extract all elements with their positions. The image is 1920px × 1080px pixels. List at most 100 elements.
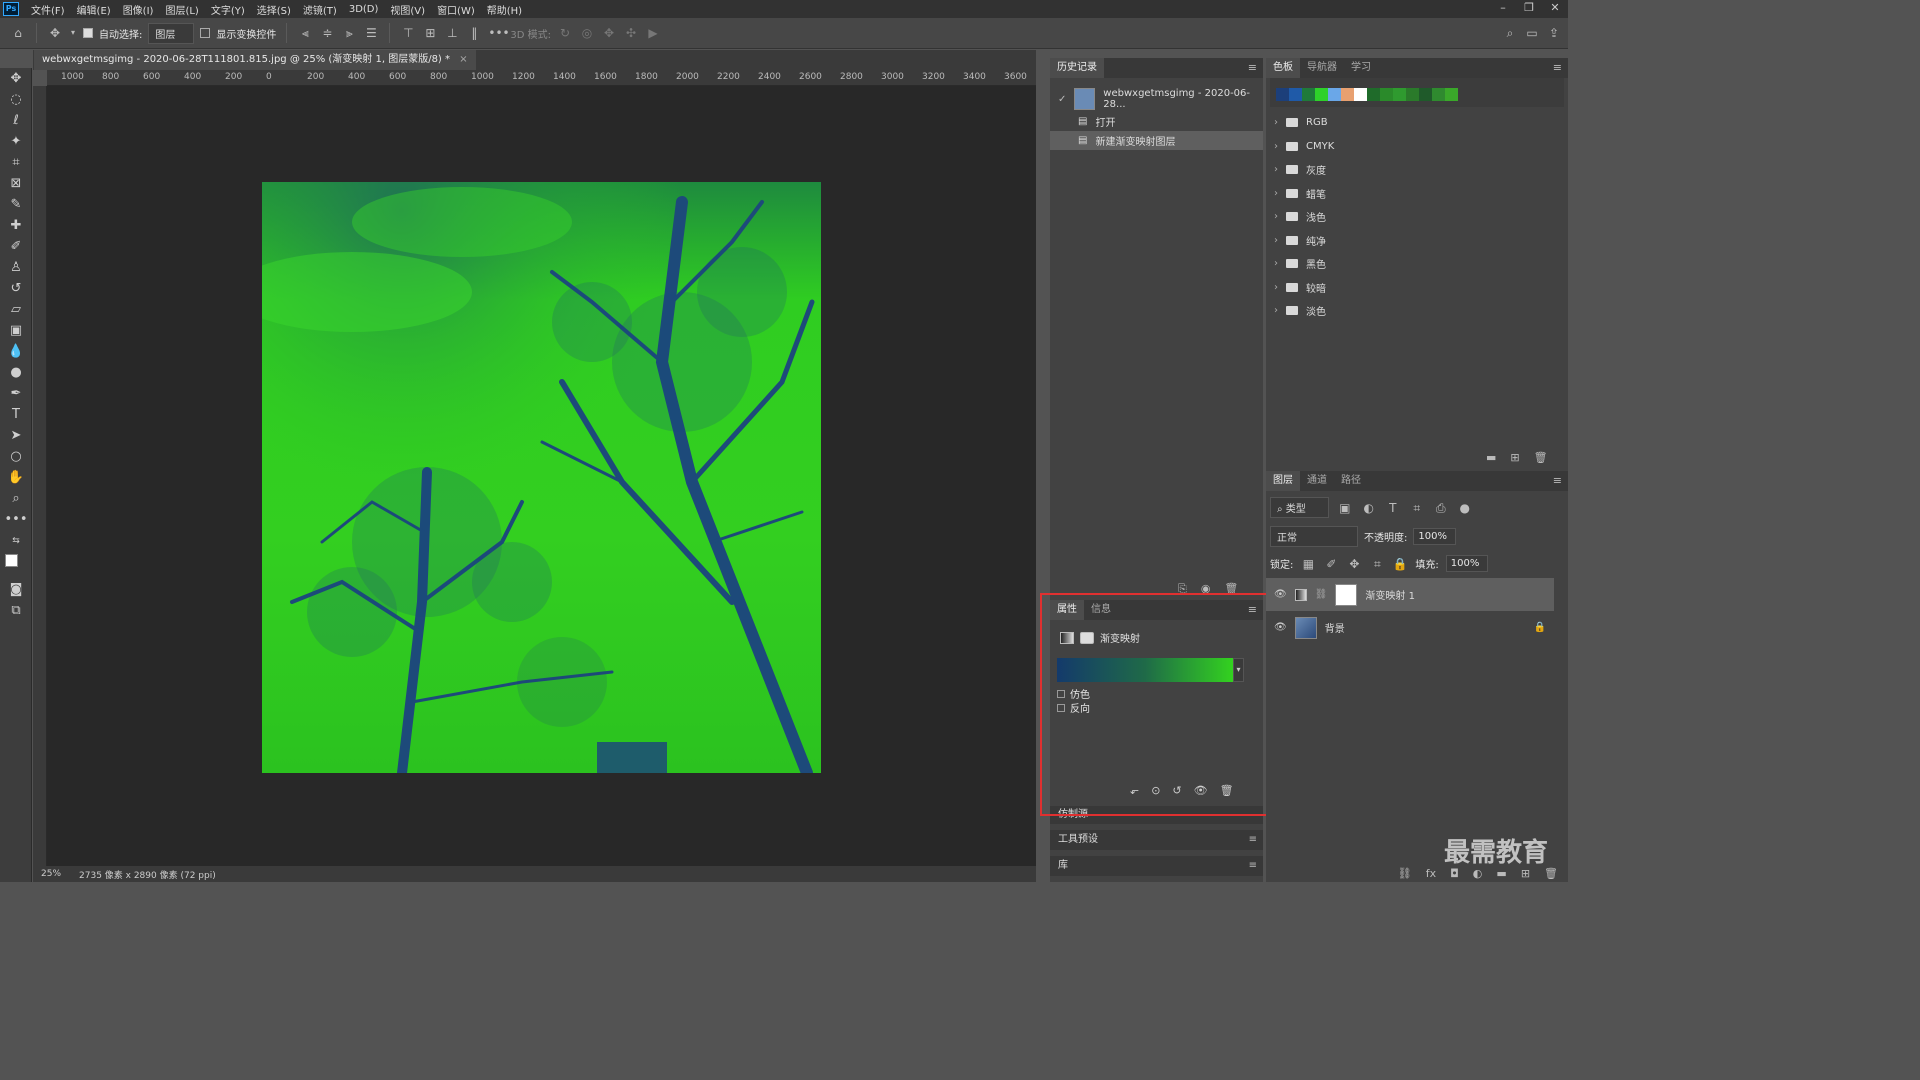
3d-slide-icon[interactable]: ✣	[623, 26, 639, 40]
menu-type[interactable]: 文字(Y)	[205, 2, 251, 17]
distribute-icon[interactable]: ☰	[363, 26, 379, 40]
panel-menu-icon[interactable]: ≡	[1249, 830, 1257, 850]
edit-toolbar-icon[interactable]: •••	[0, 509, 32, 530]
link-layers-icon[interactable]: ⛓	[1398, 867, 1412, 880]
opacity-input[interactable]: 100%	[1413, 528, 1456, 545]
fill-input[interactable]: 100%	[1445, 555, 1489, 572]
swap-colors-icon[interactable]: ⇆	[0, 530, 32, 551]
align-middle-icon[interactable]: ⊞	[422, 26, 438, 40]
menu-file[interactable]: 文件(F)	[25, 2, 71, 17]
auto-select-checkbox[interactable]	[83, 28, 93, 38]
color-swatch[interactable]	[1354, 88, 1367, 101]
marquee-tool-icon[interactable]: ◌	[0, 89, 32, 110]
menu-3d[interactable]: 3D(D)	[343, 4, 385, 15]
color-swatch[interactable]	[1328, 88, 1341, 101]
align-bottom-icon[interactable]: ⊥	[444, 26, 460, 40]
chevron-right-icon[interactable]: ›	[1274, 305, 1278, 316]
swatch-folder[interactable]: › 蜡笔	[1266, 182, 1568, 206]
color-swatch[interactable]	[1302, 88, 1315, 101]
distribute-vertical-icon[interactable]: ‖	[466, 26, 482, 40]
eyedropper-icon[interactable]: ✎	[0, 194, 32, 215]
color-picker[interactable]	[0, 551, 32, 579]
swatch-folder[interactable]: › 较暗	[1266, 276, 1568, 300]
menu-select[interactable]: 选择(S)	[251, 2, 297, 17]
chevron-down-icon[interactable]: ▾	[69, 26, 77, 40]
lock-artboard-icon[interactable]: ⌗	[1369, 557, 1385, 571]
chevron-right-icon[interactable]: ›	[1274, 282, 1278, 293]
align-right-icon[interactable]: ⫸	[341, 26, 357, 40]
color-swatch[interactable]	[1276, 88, 1289, 101]
history-snapshot[interactable]: ✓ webwxgetmsgimg - 2020-06-28...	[1050, 86, 1263, 112]
close-icon[interactable]: ✕	[1542, 0, 1568, 16]
chevron-right-icon[interactable]: ›	[1274, 235, 1278, 246]
document-image[interactable]	[262, 182, 821, 773]
color-swatch[interactable]	[1393, 88, 1406, 101]
menu-image[interactable]: 图像(I)	[117, 2, 160, 17]
close-tab-icon[interactable]: ×	[459, 54, 467, 65]
tab-channels[interactable]: 通道	[1300, 471, 1334, 491]
tab-layers[interactable]: 图层	[1266, 471, 1300, 491]
history-brush-icon[interactable]: ↺	[0, 278, 32, 299]
3d-pan-icon[interactable]: ✥	[601, 26, 617, 40]
lock-position-icon[interactable]: ✥	[1346, 557, 1362, 571]
swatch-folder[interactable]: › 纯净	[1266, 229, 1568, 253]
workspace-icon[interactable]: ▭	[1524, 26, 1540, 40]
3d-roll-icon[interactable]: ◎	[579, 26, 595, 40]
tab-history[interactable]: 历史记录	[1050, 58, 1104, 78]
color-swatch[interactable]	[1289, 88, 1302, 101]
lock-pixels-icon[interactable]: ✐	[1323, 557, 1339, 571]
path-select-icon[interactable]: ➤	[0, 425, 32, 446]
color-swatch[interactable]	[1380, 88, 1393, 101]
lock-transparent-icon[interactable]: ▦	[1300, 557, 1316, 571]
library-panel[interactable]: 库 ≡	[1050, 856, 1263, 876]
screen-mode-icon[interactable]: ⧉	[0, 600, 32, 621]
home-icon[interactable]: ⌂	[10, 26, 26, 40]
zoom-level[interactable]: 25%	[41, 869, 61, 879]
layer-mask-thumbnail[interactable]	[1335, 583, 1358, 606]
tab-learn[interactable]: 学习	[1344, 58, 1378, 78]
more-options-icon[interactable]: •••	[488, 26, 509, 40]
color-swatch[interactable]	[1315, 88, 1328, 101]
align-center-icon[interactable]: ≑	[319, 26, 335, 40]
layer-row[interactable]: 👁 ⛓ 渐变映射 1	[1266, 578, 1554, 611]
swatch-folder[interactable]: › 浅色	[1266, 205, 1568, 229]
ellipse-tool-icon[interactable]: ○	[0, 446, 32, 467]
swatch-folder[interactable]: › RGB	[1266, 111, 1568, 135]
layer-row[interactable]: 👁 背景 🔒	[1266, 611, 1568, 644]
brush-tool-icon[interactable]: ✐	[0, 236, 32, 257]
search-icon[interactable]: ⌕	[1502, 26, 1518, 40]
color-swatch[interactable]	[1419, 88, 1432, 101]
filter-pixel-icon[interactable]: ▣	[1337, 501, 1353, 515]
clone-stamp-icon[interactable]: ♙	[0, 257, 32, 278]
filter-shape-icon[interactable]: ⌗	[1409, 501, 1425, 515]
color-swatch[interactable]	[1432, 88, 1445, 101]
menu-view[interactable]: 视图(V)	[384, 2, 431, 17]
lock-all-icon[interactable]: 🔒	[1392, 557, 1408, 571]
3d-rotate-icon[interactable]: ↻	[557, 26, 573, 40]
magic-wand-icon[interactable]: ✦	[0, 131, 32, 152]
blend-mode-dropdown[interactable]: 正常	[1270, 526, 1358, 547]
filter-adjustment-icon[interactable]: ◐	[1361, 501, 1377, 515]
tab-paths[interactable]: 路径	[1334, 471, 1368, 491]
tab-swatches[interactable]: 色板	[1266, 58, 1300, 78]
foreground-color[interactable]	[5, 554, 18, 567]
chevron-right-icon[interactable]: ›	[1274, 164, 1278, 175]
panel-menu-icon[interactable]: ≡	[1553, 61, 1562, 74]
filter-toggle-icon[interactable]: ●	[1457, 501, 1473, 515]
filter-smart-icon[interactable]: ⎙	[1433, 501, 1449, 515]
panel-menu-icon[interactable]: ≡	[1248, 61, 1257, 74]
hand-tool-icon[interactable]: ✋	[0, 467, 32, 488]
dodge-tool-icon[interactable]: ●	[0, 362, 32, 383]
align-top-icon[interactable]: ⊤	[400, 26, 416, 40]
tab-navigator[interactable]: 导航器	[1300, 58, 1344, 78]
healing-brush-icon[interactable]: ✚	[0, 215, 32, 236]
zoom-tool-icon[interactable]: ⌕	[0, 488, 32, 509]
panel-menu-icon[interactable]: ≡	[1553, 474, 1562, 487]
visibility-icon[interactable]: 👁	[1274, 622, 1287, 633]
align-left-icon[interactable]: ⫷	[297, 26, 313, 40]
quick-mask-icon[interactable]: ◙	[0, 579, 32, 600]
filter-type-icon[interactable]: T	[1385, 501, 1401, 515]
menu-layer[interactable]: 图层(L)	[159, 2, 204, 17]
document-info[interactable]: 2735 像素 x 2890 像素 (72 ppi)	[79, 868, 216, 881]
history-item[interactable]: ▤ 打开	[1050, 112, 1263, 131]
